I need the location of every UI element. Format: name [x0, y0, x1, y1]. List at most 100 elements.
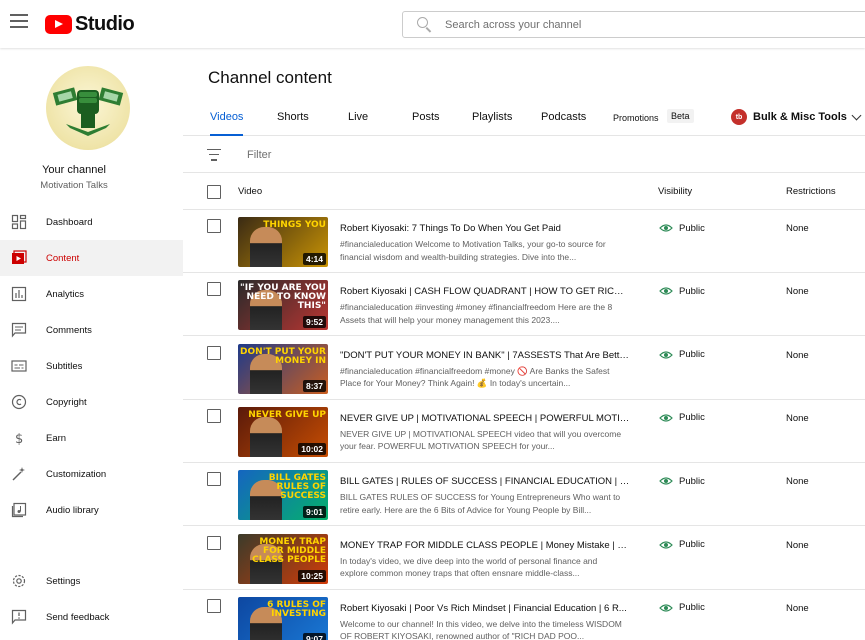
- video-title[interactable]: MONEY TRAP FOR MIDDLE CLASS PEOPLE | Mon…: [340, 540, 630, 551]
- search-input[interactable]: [445, 18, 845, 31]
- tab-posts[interactable]: Posts: [412, 111, 440, 136]
- table-row[interactable]: DON'T PUT YOUR MONEY IN 8:37 "DON'T PUT YO…: [183, 337, 865, 400]
- video-title[interactable]: NEVER GIVE UP | MOTIVATIONAL SPEECH | PO…: [340, 413, 630, 424]
- sidebar-item-customization[interactable]: Customization: [0, 456, 183, 492]
- visibility-cell[interactable]: Public: [659, 222, 705, 234]
- row-checkbox[interactable]: [207, 219, 221, 233]
- feedback-icon: [11, 609, 27, 625]
- row-checkbox[interactable]: [207, 408, 221, 423]
- bulk-tools-label: Bulk & Misc Tools: [753, 111, 847, 123]
- filter-icon[interactable]: [207, 148, 221, 161]
- video-title[interactable]: BILL GATES | RULES OF SUCCESS | FINANCIA…: [340, 476, 630, 487]
- select-all-checkbox[interactable]: [207, 185, 221, 199]
- visibility-label: Public: [679, 285, 705, 297]
- main-content: Channel content Videos Shorts Live Posts…: [183, 48, 865, 640]
- sidebar-item-label: Copyright: [46, 396, 87, 408]
- channel-avatar[interactable]: [46, 66, 130, 150]
- tab-videos[interactable]: Videos: [210, 111, 244, 136]
- restrictions-cell: None: [786, 602, 809, 614]
- studio-logo[interactable]: Studio: [45, 12, 135, 36]
- video-title[interactable]: Robert Kiyosaki | Poor Vs Rich Mindset |…: [340, 603, 630, 614]
- restrictions-cell: None: [786, 476, 809, 488]
- filter-input[interactable]: [247, 148, 547, 161]
- earn-icon: $: [11, 430, 27, 446]
- video-description: Welcome to our channel! In this video, w…: [340, 618, 622, 640]
- video-thumbnail[interactable]: BILL GATES RULES OF SUCCESS 9:01: [238, 470, 328, 521]
- visibility-cell[interactable]: Public: [659, 475, 705, 487]
- video-description: NEVER GIVE UP | MOTIVATIONAL SPEECH vide…: [340, 428, 622, 452]
- video-thumbnail[interactable]: NEVER GIVE UP 10:02: [238, 406, 328, 457]
- menu-icon[interactable]: [10, 14, 28, 30]
- video-description: #financialeducation #investing #money #f…: [340, 302, 613, 325]
- row-checkbox[interactable]: [207, 535, 221, 550]
- sidebar-item-audio-library[interactable]: Audio library: [0, 492, 183, 528]
- visibility-cell[interactable]: Public: [659, 349, 705, 361]
- visibility-cell[interactable]: Public: [659, 285, 705, 297]
- your-channel-label: Your channel: [42, 164, 106, 176]
- customization-icon: [11, 466, 27, 482]
- sidebar-item-label: Settings: [46, 575, 81, 587]
- sidebar-item-dashboard[interactable]: Dashboard: [0, 204, 183, 240]
- channel-name: Motivation Talks: [40, 180, 108, 191]
- thumbnail-text: DON'T PUT YOUR MONEY IN: [240, 346, 326, 366]
- video-description: #financialeducation #financialfreedom #m…: [340, 365, 610, 389]
- video-thumbnail[interactable]: DON'T PUT YOUR MONEY IN 8:37: [238, 343, 328, 394]
- eye-icon: [659, 414, 673, 422]
- row-checkbox[interactable]: [207, 598, 221, 613]
- video-title[interactable]: "DON'T PUT YOUR MONEY IN BANK" | 7ASSEST…: [340, 350, 630, 361]
- video-title[interactable]: Robert Kiyosaki: 7 Things To Do When You…: [340, 223, 630, 234]
- sidebar-item-comments[interactable]: Comments: [0, 312, 183, 348]
- column-visibility: Visibility: [658, 186, 693, 197]
- thumbnail-text: THINGS YOU: [263, 220, 326, 230]
- visibility-label: Public: [679, 412, 705, 424]
- table-row[interactable]: 6 RULES OF INVESTING 9:07 Robert Kiyosaki …: [183, 590, 865, 640]
- row-checkbox[interactable]: [207, 282, 221, 297]
- search-bar[interactable]: [402, 11, 865, 38]
- sidebar-item-label: Content: [46, 252, 80, 264]
- visibility-label: Public: [679, 475, 705, 487]
- eye-icon: [659, 287, 673, 295]
- visibility-cell[interactable]: Public: [659, 412, 705, 424]
- video-duration: 10:02: [298, 442, 326, 455]
- tab-live[interactable]: Live: [348, 111, 368, 136]
- sidebar-item-label: Comments: [46, 324, 92, 336]
- table-row[interactable]: "IF YOU ARE YOU NEED TO KNOW THIS" 9:52 Ro…: [183, 273, 865, 337]
- tab-podcasts[interactable]: Podcasts: [541, 111, 586, 136]
- row-checkbox[interactable]: [207, 472, 221, 487]
- sidebar-item-subtitles[interactable]: Subtitles: [0, 348, 183, 384]
- sidebar-item-label: Audio library: [46, 504, 99, 516]
- video-title[interactable]: Robert Kiyosaki | CASH FLOW QUADRANT | H…: [340, 286, 630, 297]
- video-duration: 10:25: [298, 569, 326, 582]
- video-duration: 9:01: [302, 506, 326, 519]
- search-icon[interactable]: [415, 15, 435, 35]
- table-row[interactable]: BILL GATES RULES OF SUCCESS 9:01 BILL GATE…: [183, 463, 865, 527]
- tab-playlists[interactable]: Playlists: [472, 111, 512, 136]
- thumbnail-text: NEVER GIVE UP: [248, 409, 326, 420]
- video-thumbnail[interactable]: MONEY TRAP FOR MIDDLE CLASS PEOPLE 10:25: [238, 533, 328, 584]
- tab-shorts[interactable]: Shorts: [277, 111, 309, 136]
- sidebar-item-analytics[interactable]: Analytics: [0, 276, 183, 312]
- restrictions-cell: None: [786, 349, 809, 361]
- video-duration: 9:52: [302, 316, 326, 329]
- thumbnail-text: "IF YOU ARE YOU NEED TO KNOW THIS": [240, 283, 326, 312]
- sidebar-item-label: Send feedback: [46, 611, 110, 623]
- sidebar-item-send-feedback[interactable]: Send feedback: [0, 599, 183, 635]
- visibility-cell[interactable]: Public: [659, 602, 705, 614]
- sidebar-item-settings[interactable]: Settings: [0, 563, 183, 599]
- video-thumbnail[interactable]: THINGS YOU 4:14: [238, 217, 328, 267]
- bulk-misc-tools-button[interactable]: tb Bulk & Misc Tools: [731, 107, 862, 127]
- video-thumbnail[interactable]: 6 RULES OF INVESTING 9:07: [238, 596, 328, 640]
- visibility-label: Public: [679, 539, 705, 550]
- tab-promotions[interactable]: Promotions: [613, 113, 659, 138]
- sidebar-item-earn[interactable]: $ Earn: [0, 420, 183, 456]
- column-restrictions: Restrictions: [786, 186, 836, 197]
- video-thumbnail[interactable]: "IF YOU ARE YOU NEED TO KNOW THIS" 9:52: [238, 280, 328, 331]
- visibility-cell[interactable]: Public: [659, 539, 705, 551]
- table-row[interactable]: THINGS YOU 4:14 Robert Kiyosaki: 7 Things …: [183, 210, 865, 273]
- sidebar-item-label: Analytics: [46, 288, 85, 300]
- table-row[interactable]: MONEY TRAP FOR MIDDLE CLASS PEOPLE 10:25 M…: [183, 527, 865, 590]
- row-checkbox[interactable]: [207, 345, 221, 360]
- sidebar-item-copyright[interactable]: Copyright: [0, 384, 183, 420]
- table-row[interactable]: NEVER GIVE UP 10:02 NEVER GIVE UP | MOTIVA…: [183, 400, 865, 463]
- sidebar-item-content[interactable]: Content: [0, 240, 183, 276]
